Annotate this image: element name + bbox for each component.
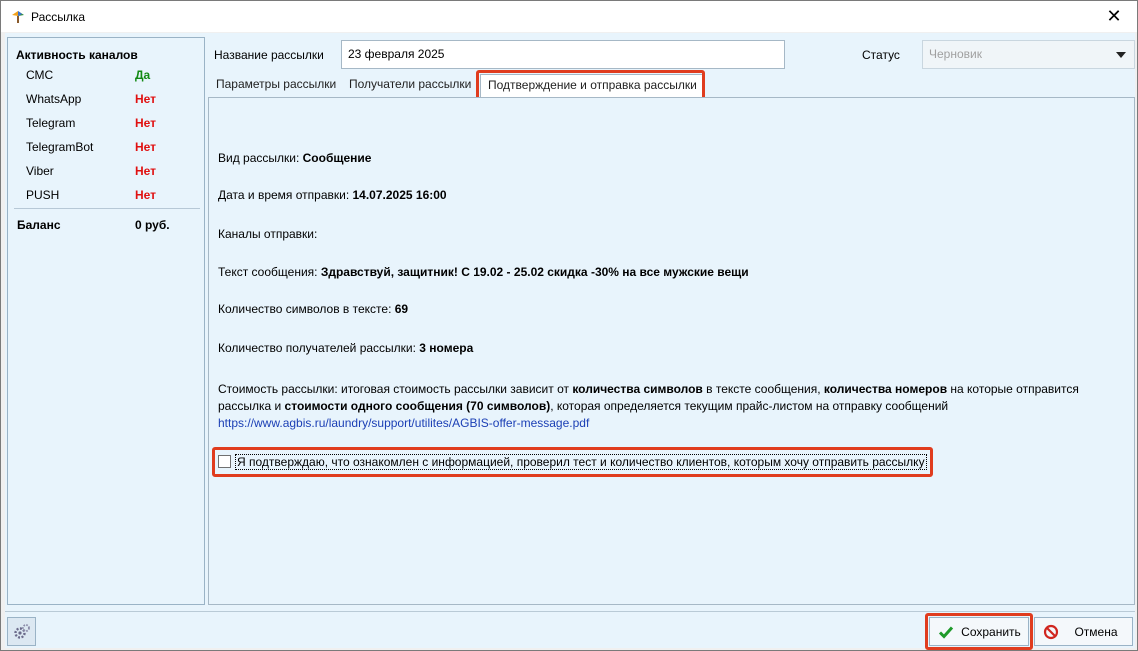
channel-status: Да (135, 68, 151, 82)
text-value: Здравствуй, защитник! С 19.02 - 25.02 ск… (320, 265, 749, 279)
name-input[interactable]: 23 февраля 2025 (341, 40, 785, 69)
bottom-bar: Сохранить Отмена (5, 611, 1135, 650)
cost-bold: стоимости одного сообщения (70 символов) (284, 399, 551, 413)
balance-label: Баланс (17, 218, 61, 232)
cost-text: Стоимость рассылки: итоговая стоимость р… (218, 382, 573, 396)
status-label: Статус (862, 48, 900, 62)
type-line: Вид рассылки: Сообщение (218, 151, 371, 165)
title-bar[interactable]: Рассылка ✕ (1, 1, 1137, 32)
channel-name: PUSH (26, 188, 60, 202)
cancel-button[interactable]: Отмена (1034, 617, 1133, 646)
channels-heading: Активность каналов (16, 48, 138, 62)
channel-row: TelegramBot Нет (26, 140, 196, 160)
datetime-label: Дата и время отправки: (218, 188, 353, 202)
channels-line: Каналы отправки: (218, 227, 318, 241)
datetime-line: Дата и время отправки: 14.07.2025 16:00 (218, 188, 447, 202)
type-label: Вид рассылки: (218, 151, 303, 165)
chars-label: Количество символов в тексте: (218, 302, 395, 316)
chars-value: 69 (394, 302, 409, 316)
channel-name: WhatsApp (26, 92, 82, 106)
gears-icon (13, 623, 30, 639)
chars-line: Количество символов в тексте: 69 (218, 302, 408, 316)
save-button[interactable]: Сохранить (929, 617, 1029, 646)
cost-bold: количества номеров (823, 382, 948, 396)
cancel-label: Отмена (1074, 625, 1118, 639)
channel-name: СМС (26, 68, 54, 82)
channel-name: Viber (26, 164, 54, 178)
datetime-value: 14.07.2025 16:00 (352, 188, 447, 202)
channel-row: Viber Нет (26, 164, 196, 184)
text-line: Текст сообщения: Здравствуй, защитник! С… (218, 265, 749, 279)
balance-value: 0 руб. (135, 218, 170, 232)
no-entry-icon (1043, 624, 1059, 640)
cost-text: в тексте сообщения, (702, 382, 824, 396)
tab-recipients[interactable]: Получатели рассылки (349, 77, 471, 91)
recipients-label: Количество получателей рассылки: (218, 341, 420, 355)
recipients-value: 3 номера (419, 341, 474, 355)
recipients-line: Количество получателей рассылки: 3 номер… (218, 341, 473, 355)
type-value: Сообщение (302, 151, 372, 165)
close-icon[interactable]: ✕ (1091, 1, 1137, 32)
confirm-checkbox[interactable] (218, 455, 231, 468)
channel-status: Нет (135, 140, 157, 154)
name-label: Название рассылки (214, 48, 324, 62)
dialog-body: Активность каналов СМС Да WhatsApp Нет Teleg… (5, 33, 1135, 650)
channels-panel: Активность каналов СМС Да WhatsApp Нет Teleg… (7, 37, 205, 605)
window-title: Рассылка (31, 10, 86, 24)
tab-strip: Параметры рассылки Получатели рассылки П… (209, 70, 1135, 100)
confirm-label[interactable]: Я подтверждаю, что ознакомлен с информац… (235, 454, 927, 470)
checkmark-icon (938, 626, 954, 639)
cost-paragraph: Стоимость рассылки: итоговая стоимость р… (218, 381, 1130, 432)
text-label: Текст сообщения: (218, 265, 321, 279)
chevron-down-icon[interactable] (1116, 52, 1126, 58)
settings-button[interactable] (7, 617, 36, 646)
channel-row: Telegram Нет (26, 116, 196, 136)
channel-row: WhatsApp Нет (26, 92, 196, 112)
channel-name: Telegram (26, 116, 76, 130)
app-logo-icon (12, 11, 24, 23)
channel-status: Нет (135, 164, 157, 178)
confirmation-panel: Вид рассылки: Сообщение Дата и время отп… (208, 97, 1135, 605)
cost-text: , которая определяется текущим прайс-лис… (550, 399, 949, 413)
channel-row: СМС Да (26, 68, 196, 88)
dialog-window: Рассылка ✕ Активность каналов СМС Да Whats… (0, 0, 1138, 651)
channel-row: PUSH Нет (26, 188, 196, 208)
status-select[interactable]: Черновик (922, 40, 1135, 69)
channel-status: Нет (135, 116, 157, 130)
price-list-link[interactable]: https://www.agbis.ru/laundry/support/uti… (218, 416, 589, 430)
tab-parameters[interactable]: Параметры рассылки (216, 77, 336, 91)
channel-status: Нет (135, 188, 157, 202)
tab-confirmation[interactable]: Подтверждение и отправка рассылки (480, 74, 705, 98)
save-label: Сохранить (961, 625, 1021, 639)
status-value: Черновик (929, 47, 982, 61)
channel-status: Нет (135, 92, 157, 106)
cost-bold: количества символов (572, 382, 703, 396)
channel-name: TelegramBot (26, 140, 94, 154)
divider (14, 208, 200, 209)
